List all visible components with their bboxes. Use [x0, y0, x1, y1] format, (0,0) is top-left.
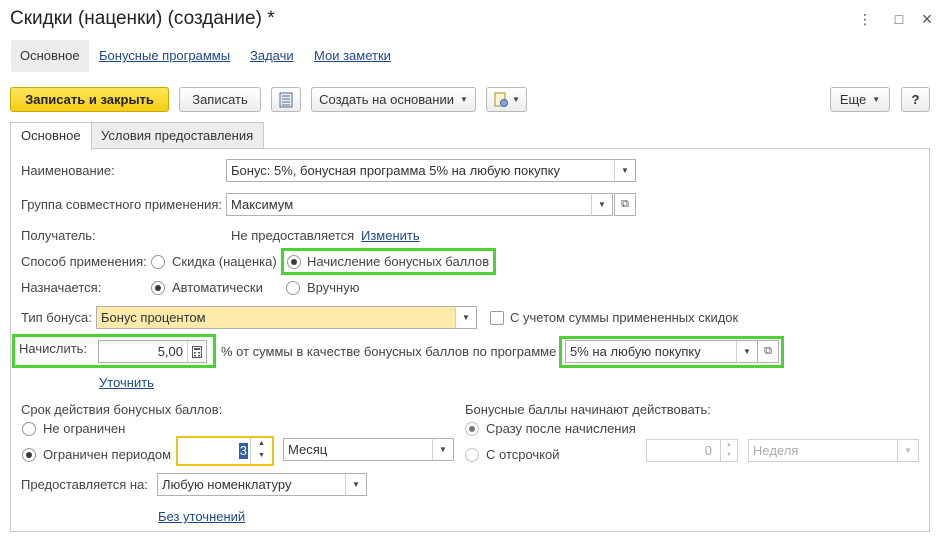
assigned-manual-label: Вручную	[307, 280, 360, 295]
period-unit-field[interactable]: Месяц	[283, 438, 433, 461]
assigned-manual-radio[interactable]	[286, 281, 300, 295]
delay-unit-field[interactable]: Неделя	[748, 439, 898, 462]
consider-discounts-checkbox[interactable]	[490, 311, 504, 325]
tab-conditions[interactable]: Условия предоставления	[90, 122, 265, 149]
nav-tab-main[interactable]: Основное	[11, 40, 89, 72]
period-count-field[interactable]: 3 ▲ ▼	[176, 436, 274, 466]
document-settings-icon	[494, 92, 509, 107]
group-field[interactable]: Максимум	[226, 193, 592, 216]
chevron-down-icon[interactable]: ▼	[736, 340, 758, 363]
start-delayed-label: С отсрочкой	[486, 447, 560, 462]
method-bonus-radio[interactable]	[287, 255, 301, 269]
accrue-label: Начислить:	[19, 341, 88, 356]
accrue-field[interactable]: 5,00	[98, 340, 188, 363]
method-bonus-label: Начисление бонусных баллов	[307, 254, 490, 269]
close-icon[interactable]: ×	[918, 10, 936, 28]
method-label: Способ применения:	[21, 254, 147, 269]
consider-discounts-label: С учетом суммы примененных скидок	[510, 310, 739, 325]
menu-icon[interactable]: ⋮	[856, 10, 874, 28]
create-based-on-button[interactable]: Создать на основании ▼	[311, 87, 476, 112]
tab-main[interactable]: Основное	[10, 122, 92, 150]
name-field[interactable]: Бонус: 5%, бонусная программа 5% на любу…	[226, 159, 615, 182]
provided-on-label: Предоставляется на:	[21, 477, 148, 492]
recipient-label: Получатель:	[21, 228, 96, 243]
validity-limited-radio[interactable]	[22, 448, 36, 462]
nav-tab-notes[interactable]: Мои заметки	[305, 40, 400, 72]
start-immediately-label: Сразу после начисления	[486, 421, 636, 436]
chevron-down-icon[interactable]: ▼	[432, 438, 454, 461]
spinner-icon[interactable]: ▲ ▼	[720, 439, 738, 462]
delay-count-field[interactable]: 0	[646, 439, 721, 462]
spinner-icon[interactable]: ▲ ▼	[250, 438, 272, 464]
restore-icon[interactable]: □	[890, 10, 908, 28]
no-refinement-link[interactable]: Без уточнений	[158, 509, 245, 524]
assigned-label: Назначается:	[21, 280, 102, 295]
validity-unlimited-radio[interactable]	[22, 422, 36, 436]
name-label: Наименование:	[21, 163, 115, 178]
chevron-down-icon[interactable]: ▼	[897, 439, 919, 462]
more-button[interactable]: Еще ▼	[830, 87, 890, 112]
method-discount-label: Скидка (наценка)	[172, 254, 277, 269]
window-title: Скидки (наценки) (создание) *	[10, 8, 275, 29]
start-delayed-radio[interactable]	[465, 448, 479, 462]
assigned-auto-label: Автоматически	[172, 280, 263, 295]
start-label: Бонусные баллы начинают действовать:	[465, 402, 711, 417]
calculator-icon[interactable]	[187, 340, 207, 363]
open-icon[interactable]: ⧉	[614, 193, 636, 216]
chevron-down-icon: ▼	[459, 95, 468, 104]
save-and-close-button[interactable]: Записать и закрыть	[10, 87, 169, 112]
assigned-auto-radio[interactable]	[151, 281, 165, 295]
nav-tab-bonus-programs[interactable]: Бонусные программы	[90, 40, 239, 72]
accrue-suffix: % от суммы в качестве бонусных баллов по…	[221, 344, 557, 359]
document-list-icon	[279, 92, 293, 107]
period-count-value: 3	[238, 443, 248, 459]
bonus-type-field[interactable]: Бонус процентом	[96, 306, 456, 329]
program-field[interactable]: 5% на любую покупку	[565, 340, 737, 363]
chevron-down-icon[interactable]: ▼	[455, 306, 477, 329]
validity-limited-label: Ограничен периодом	[43, 447, 172, 462]
chevron-down-icon: ▼	[512, 95, 520, 104]
chevron-down-icon[interactable]: ▼	[591, 193, 613, 216]
chevron-down-icon[interactable]: ▼	[614, 159, 636, 182]
start-immediately-radio[interactable]	[465, 422, 479, 436]
help-button[interactable]: ?	[901, 87, 930, 112]
print-settings-button[interactable]: ▼	[486, 87, 527, 112]
validity-unlimited-label: Не ограничен	[43, 421, 126, 436]
method-discount-radio[interactable]	[151, 255, 165, 269]
recipient-value: Не предоставляется	[231, 228, 355, 243]
change-recipient-link[interactable]: Изменить	[361, 228, 420, 243]
refine-link[interactable]: Уточнить	[99, 375, 154, 390]
save-button[interactable]: Записать	[179, 87, 261, 112]
group-label: Группа совместного применения:	[21, 197, 222, 212]
create-based-on-label: Создать на основании	[319, 92, 454, 107]
more-label: Еще	[839, 92, 867, 107]
provided-on-field[interactable]: Любую номенклатуру	[157, 473, 346, 496]
open-icon[interactable]: ⧉	[757, 340, 779, 363]
bonus-type-label: Тип бонуса:	[21, 310, 92, 325]
validity-label: Срок действия бонусных баллов:	[21, 402, 223, 417]
chevron-down-icon: ▼	[872, 95, 881, 104]
chevron-down-icon[interactable]: ▼	[345, 473, 367, 496]
document-list-button[interactable]	[271, 87, 301, 112]
nav-tab-tasks[interactable]: Задачи	[241, 40, 303, 72]
